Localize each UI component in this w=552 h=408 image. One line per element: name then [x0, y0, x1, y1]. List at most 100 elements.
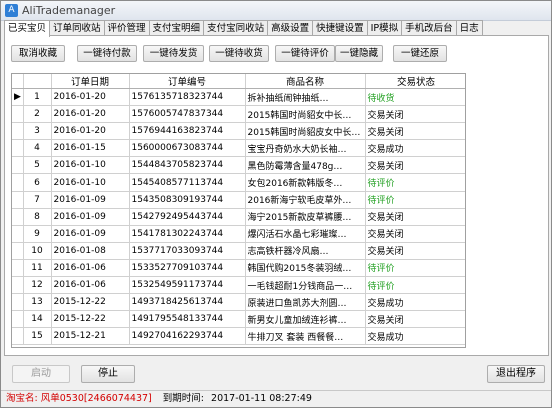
row-number: 5 [23, 156, 52, 175]
table-row[interactable]: 14 2015-12-22 1491795548133744 新男女儿童加绒连衫裤… 交… [12, 310, 465, 329]
toolbar-button-5[interactable]: 一键隐藏 [335, 45, 383, 62]
table-row[interactable]: 13 2015-12-22 1493718425613744 原装进口鱼凯苏大剂圆… 交… [12, 293, 465, 312]
row-selector[interactable] [12, 225, 24, 243]
tab-panel-purchased: 取消收藏 一键待付款 一键待发货 一键待收货 一键待评价 一键隐藏 一键还原 订单日期 订单编… [4, 35, 549, 356]
row-selector[interactable] [12, 259, 24, 278]
row-number: 9 [23, 225, 52, 243]
order-number: 1492704162293744 [129, 327, 246, 346]
order-status: 待评价 [365, 276, 465, 295]
product-name: 原装进口鱼凯苏大剂圆… [245, 293, 366, 312]
order-date: 2016-01-10 [51, 173, 130, 192]
table-row[interactable]: 4 2016-01-15 1560000673083744 宝宝丹奇奶水大奶长袖… 交易… [12, 139, 465, 158]
column-header-5[interactable]: 交易状态 [365, 74, 465, 89]
order-number: 1576005747837344 [129, 105, 246, 124]
column-header-1[interactable] [23, 74, 52, 89]
row-selector[interactable] [12, 293, 24, 312]
product-name: 女包2016新款韩版冬… [245, 173, 366, 192]
order-status: 交易成功 [365, 293, 465, 312]
toolbar-button-6[interactable]: 一键还原 [393, 45, 447, 62]
row-selector[interactable] [12, 105, 24, 124]
product-name: 一毛钱超耐1分钱商品一… [245, 276, 366, 295]
order-status: 交易关闭 [365, 105, 465, 124]
table-row[interactable]: 6 2016-01-10 1545408577113744 女包2016新款韩版冬… 待… [12, 173, 465, 192]
tab-7[interactable]: IP模拟 [366, 20, 403, 36]
order-status: 待评价 [365, 259, 465, 278]
tab-3[interactable]: 支付宝明细 [148, 20, 205, 36]
toolbar-button-4[interactable]: 一键待评价 [275, 45, 335, 62]
order-number: 1541781302243744 [129, 225, 246, 243]
product-name: 2015韩国时尚貂皮女中长… [245, 122, 366, 141]
row-selector[interactable] [12, 276, 24, 295]
order-number: 1542792495443744 [129, 208, 246, 226]
row-number: 10 [23, 242, 52, 260]
table-row[interactable]: 7 2016-01-09 1543508309193744 2016新海宁软毛皮草外…… [12, 191, 465, 209]
row-selector[interactable] [12, 156, 24, 175]
row-selector[interactable] [12, 122, 24, 141]
table-row[interactable]: 5 2016-01-10 1544843705823744 黑色防霉薄含量478g… 交… [12, 156, 465, 175]
order-date: 2016-01-08 [51, 242, 130, 260]
table-row[interactable]: ▶ 1 2016-01-20 1576135718323744 拆补抽纸闹钟抽纸… 待收货 [12, 88, 465, 107]
row-number: 13 [23, 293, 52, 312]
account-label: 淘宝名: 风单0530[2466074437] [6, 393, 152, 404]
tab-5[interactable]: 高级设置 [267, 20, 314, 36]
tab-0[interactable]: 已买宝贝 [4, 20, 51, 37]
toolbar-button-0[interactable]: 取消收藏 [11, 45, 65, 62]
app-window: A AliTrademanager 已买宝贝 订单同收站 评价管理 支付宝明细 支付宝同… [0, 0, 552, 408]
order-status: 待评价 [365, 191, 465, 209]
product-name: 2016新海宁软毛皮草外… [245, 191, 366, 209]
tab-1[interactable]: 订单同收站 [49, 20, 105, 36]
order-date: 2016-01-20 [51, 122, 130, 141]
tab-4[interactable]: 支付宝同收站 [203, 20, 269, 36]
row-selector[interactable] [12, 242, 24, 260]
table-row[interactable]: 9 2016-01-09 1541781302243744 爆闪活石水晶七彩璀璨… 交易… [12, 225, 465, 243]
row-number: 1 [23, 88, 52, 107]
tab-8[interactable]: 手机改后台 [401, 20, 457, 36]
row-selector[interactable] [12, 173, 24, 192]
order-status: 交易关闭 [365, 225, 465, 243]
toolbar-button-2[interactable]: 一键待发货 [143, 45, 204, 62]
tab-2[interactable]: 评价管理 [103, 20, 150, 36]
order-number: 1533527709103744 [129, 259, 246, 278]
row-selector[interactable] [12, 139, 24, 158]
table-row[interactable]: 8 2016-01-09 1542792495443744 海宁2015新款皮草裤腰…… [12, 208, 465, 226]
row-selector[interactable] [12, 310, 24, 329]
order-date: 2016-01-10 [51, 156, 130, 175]
toolbar-button-1[interactable]: 一键待付款 [77, 45, 137, 62]
order-status: 交易关闭 [365, 156, 465, 175]
row-selector[interactable] [12, 327, 24, 346]
table-row[interactable]: 11 2016-01-06 1533527709103744 韩国代购2015冬装羽绒… [12, 259, 465, 278]
column-header-0[interactable] [12, 74, 24, 89]
window-title: AliTrademanager [22, 4, 116, 17]
tab-bar: 已买宝贝 订单同收站 评价管理 支付宝明细 支付宝同收站 高级设置 快捷键设置 IP模拟 手机改… [4, 20, 550, 37]
orders-grid[interactable]: 订单日期 订单编号 商品名称 交易状态 ▶ 1 2016-01-20 15761357183… [11, 73, 466, 348]
expiry-value: 2017-01-11 08:27:49 [211, 393, 312, 404]
row-selector[interactable] [12, 191, 24, 209]
product-name: 新男女儿童加绒连衫裤… [245, 310, 366, 329]
order-number: 1543508309193744 [129, 191, 246, 209]
order-date: 2016-01-20 [51, 88, 130, 107]
stop-button[interactable]: 停止 [81, 365, 135, 383]
product-name: 韩国代购2015冬装羽绒… [245, 259, 366, 278]
order-number: 1532549591173744 [129, 276, 246, 295]
table-row[interactable]: 10 2016-01-08 1537717033093744 志高铁杆器冷风扇… 交易关… [12, 242, 465, 260]
order-status: 交易成功 [365, 327, 465, 346]
tab-9[interactable]: 日志 [455, 20, 483, 36]
exit-button[interactable]: 退出程序 [487, 365, 545, 383]
table-row[interactable]: 3 2016-01-20 1576944163823744 2015韩国时尚貂皮女中长… [12, 122, 465, 141]
expiry-label: 到期时间: [162, 393, 204, 404]
row-number: 15 [23, 327, 52, 346]
column-header-2[interactable]: 订单日期 [51, 74, 130, 89]
column-header-3[interactable]: 订单编号 [129, 74, 246, 89]
row-selector[interactable] [12, 208, 24, 226]
table-row[interactable]: 15 2015-12-21 1492704162293744 牛排刀叉 套装 西餐餐…… [12, 327, 465, 346]
row-selector[interactable]: ▶ [12, 88, 24, 107]
column-header-4[interactable]: 商品名称 [245, 74, 366, 89]
table-row[interactable]: 2 2016-01-20 1576005747837344 2015韩国时尚貂女中长…… [12, 105, 465, 124]
start-button[interactable]: 启动 [12, 365, 70, 383]
tab-6[interactable]: 快捷键设置 [312, 20, 368, 36]
order-status: 交易关闭 [365, 208, 465, 226]
product-name: 2015韩国时尚貂女中长… [245, 105, 366, 124]
order-date: 2016-01-09 [51, 191, 130, 209]
table-row[interactable]: 12 2016-01-06 1532549591173744 一毛钱超耐1分钱商品一…… [12, 276, 465, 295]
toolbar-button-3[interactable]: 一键待收货 [209, 45, 269, 62]
